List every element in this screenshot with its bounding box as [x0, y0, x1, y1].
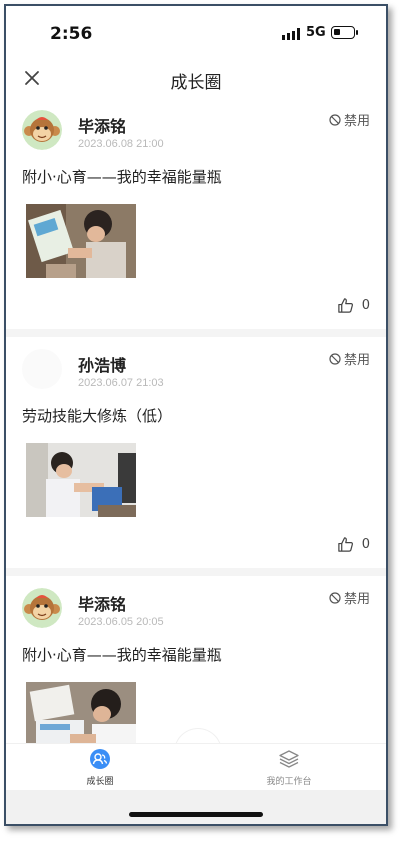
- tab-my-workbench[interactable]: 我的工作台: [229, 748, 349, 787]
- post-feed[interactable]: 毕添铭 2023.06.08 21:00 禁用 附小·心育——我的幸福能量瓶 0…: [6, 98, 386, 743]
- disable-label: 禁用: [343, 353, 370, 368]
- post-item[interactable]: 孙浩博 2023.06.07 21:03 禁用 劳动技能大修炼（低） 0: [6, 337, 386, 576]
- post-time: 2023.06.08 21:00: [78, 138, 164, 150]
- child-working-photo: [26, 443, 136, 517]
- post-photo[interactable]: [26, 682, 136, 743]
- thumbs-up-icon: [337, 537, 353, 552]
- nav-bar: 成长圈: [6, 58, 386, 98]
- status-bar: 2:56 5G: [6, 6, 386, 58]
- like-count: 0: [361, 537, 370, 552]
- monkey-avatar-icon: [22, 110, 62, 150]
- network-type: 5G: [306, 25, 326, 40]
- child-writing-photo: [26, 682, 136, 743]
- signal-icon: [282, 28, 300, 40]
- avatar[interactable]: [22, 588, 62, 628]
- child-reading-photo: [26, 204, 136, 278]
- disable-label: 禁用: [343, 592, 370, 607]
- layers-icon: [279, 750, 299, 768]
- monkey-avatar-icon: [22, 588, 62, 628]
- home-indicator[interactable]: [129, 812, 263, 817]
- like-count: 0: [361, 298, 370, 313]
- post-item[interactable]: 毕添铭 2023.06.05 20:05 禁用 附小·心育——我的幸福能量瓶: [6, 576, 386, 743]
- tab-bar: 成长圈 我的工作台: [6, 743, 386, 790]
- post-author: 毕添铭: [78, 595, 127, 614]
- disable-button[interactable]: 禁用: [329, 110, 370, 129]
- post-text: 附小·心育——我的幸福能量瓶: [22, 168, 222, 186]
- post-text: 附小·心育——我的幸福能量瓶: [22, 646, 222, 664]
- disable-button[interactable]: 禁用: [329, 349, 370, 368]
- page-title: 成长圈: [170, 73, 222, 93]
- post-time: 2023.06.05 20:05: [78, 616, 164, 628]
- avatar[interactable]: [22, 110, 62, 150]
- like-button[interactable]: 0: [337, 536, 370, 553]
- battery-icon: [331, 26, 358, 39]
- tab-growth-circle[interactable]: 成长圈: [40, 748, 160, 787]
- post-author: 毕添铭: [78, 117, 127, 136]
- post-text: 劳动技能大修炼（低）: [22, 407, 173, 425]
- disable-label: 禁用: [343, 114, 370, 129]
- avatar[interactable]: [22, 349, 62, 389]
- people-icon: [90, 749, 110, 769]
- ban-icon: [329, 113, 341, 126]
- post-author: 孙浩博: [78, 356, 127, 375]
- phone-frame: 2:56 5G 成长圈 毕添铭 2023.06.08 21:00 禁用 附小·心…: [4, 4, 388, 826]
- post-photo[interactable]: [26, 204, 136, 278]
- ban-icon: [329, 591, 341, 604]
- post-item[interactable]: 毕添铭 2023.06.08 21:00 禁用 附小·心育——我的幸福能量瓶 0: [6, 98, 386, 337]
- home-indicator-area: [6, 790, 386, 824]
- tab-label: 我的工作台: [266, 777, 312, 787]
- disable-button[interactable]: 禁用: [329, 588, 370, 607]
- post-time: 2023.06.07 21:03: [78, 377, 164, 389]
- status-time: 2:56: [50, 24, 93, 44]
- thumbs-up-icon: [337, 298, 353, 313]
- post-photo[interactable]: [26, 443, 136, 517]
- ban-icon: [329, 352, 341, 365]
- like-button[interactable]: 0: [337, 297, 370, 314]
- tab-label: 成长圈: [86, 777, 114, 787]
